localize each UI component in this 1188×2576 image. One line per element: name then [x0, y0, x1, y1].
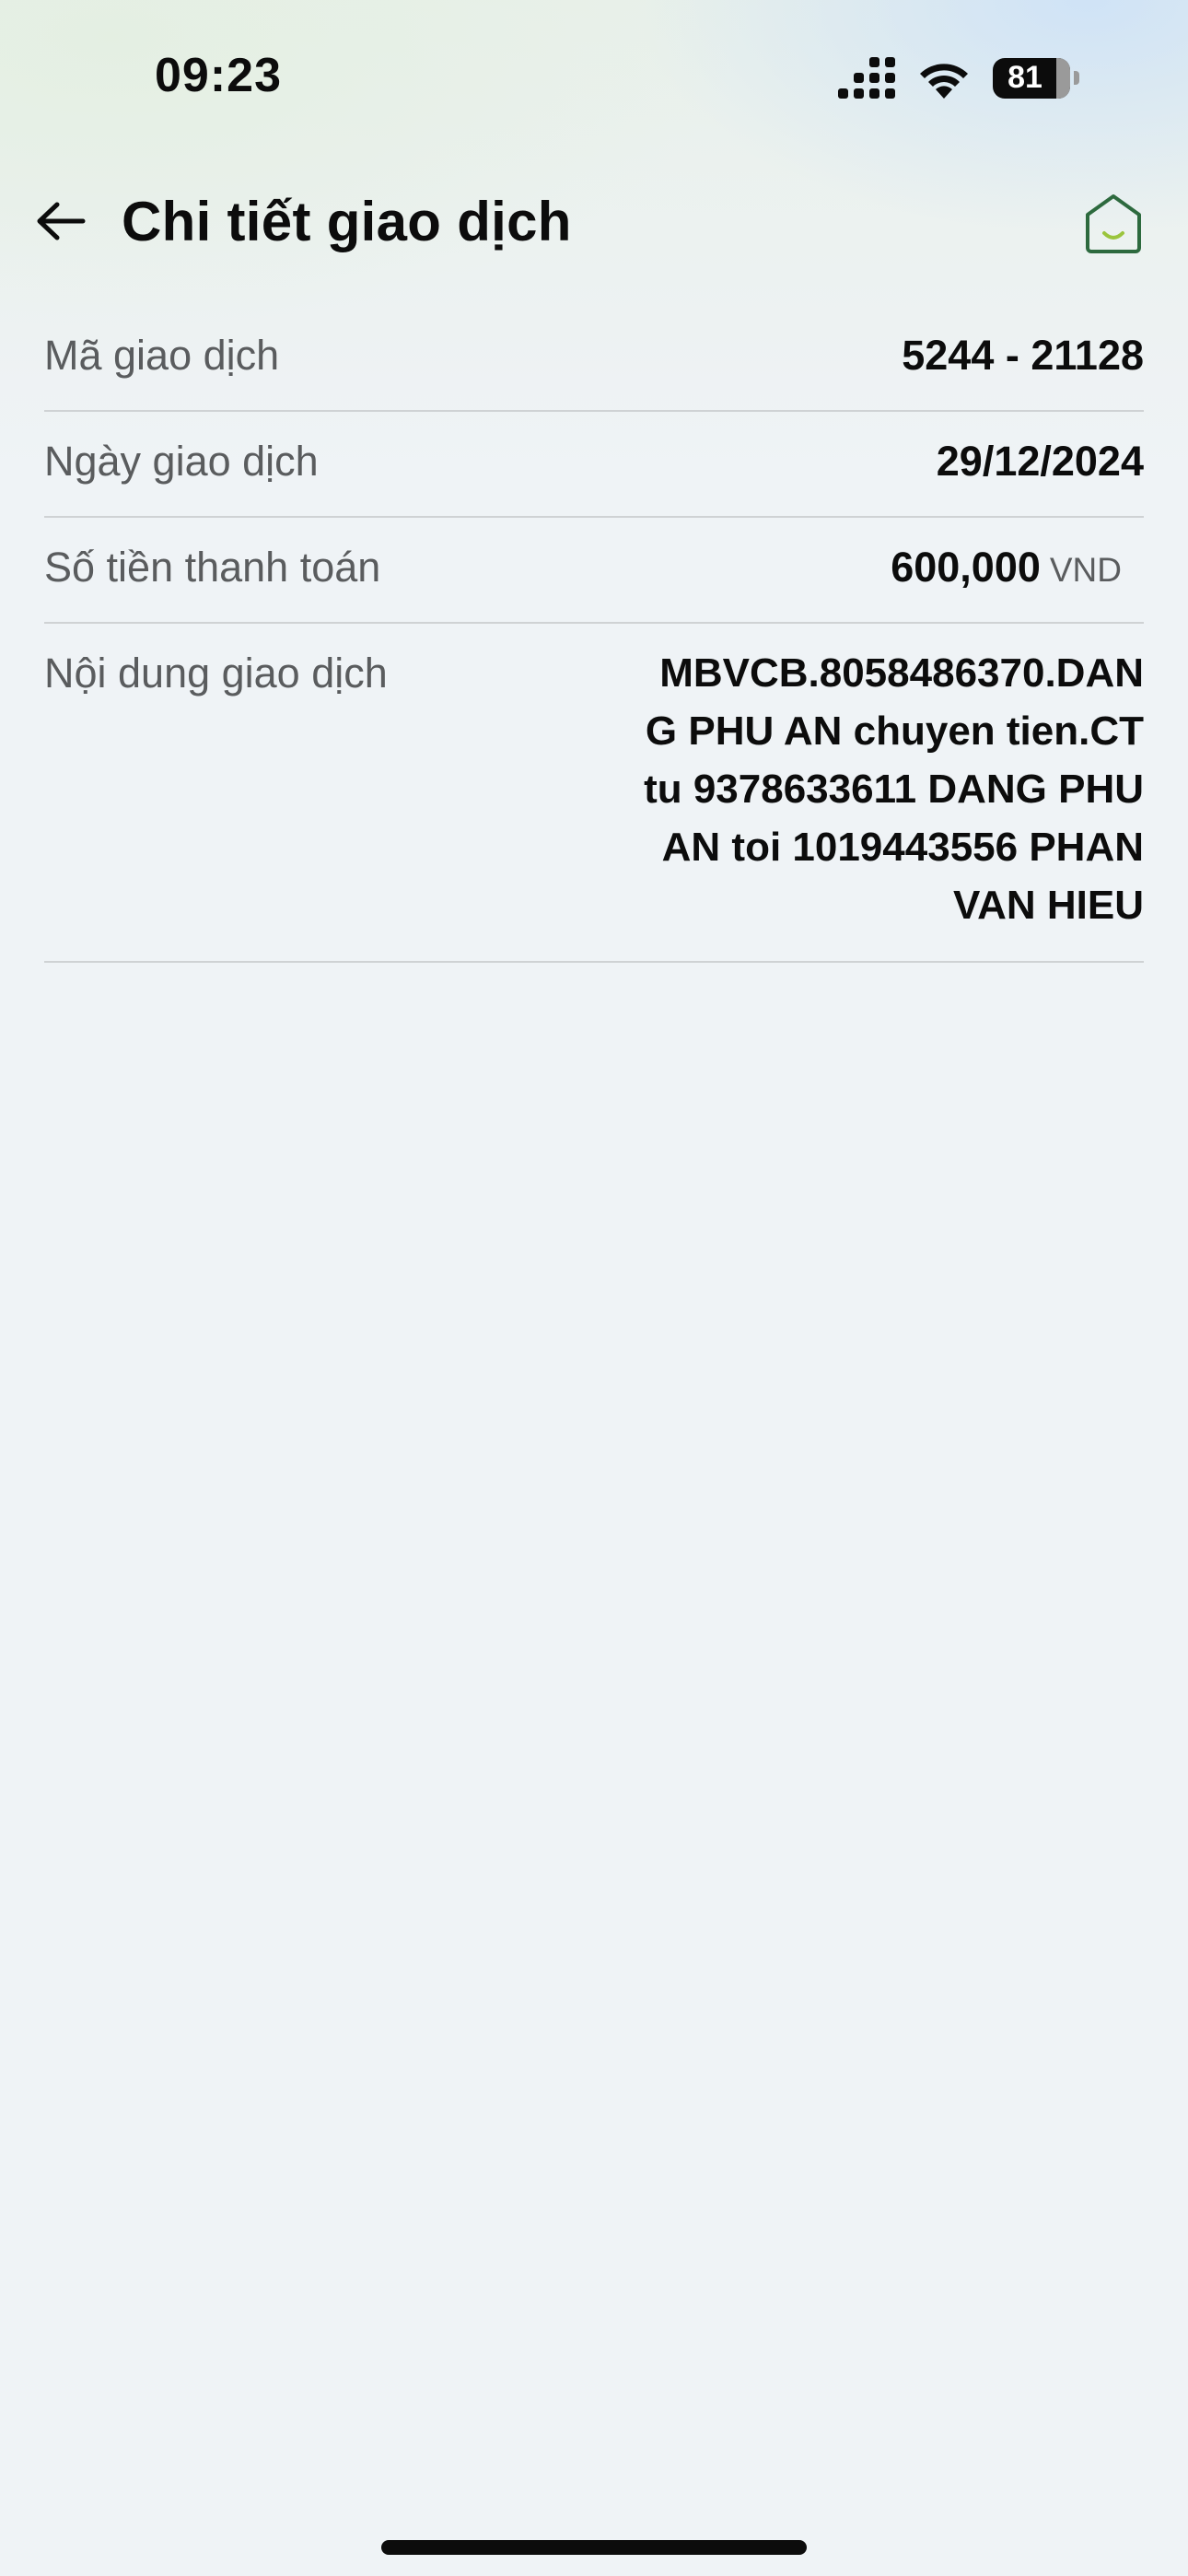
description-value: MBVCB.8058486370.DAN G PHU AN chuyen tie… [619, 624, 1144, 934]
detail-row-transaction-date: Ngày giao dịch 29/12/2024 [44, 412, 1144, 518]
amount-currency: VND [1049, 551, 1122, 589]
transaction-date-value: 29/12/2024 [936, 438, 1144, 485]
status-icons: 81 [838, 57, 1079, 99]
status-time: 09:23 [155, 49, 282, 102]
description-line: AN toi 1019443556 PHAN [661, 825, 1144, 870]
back-button[interactable] [33, 193, 88, 249]
description-line: G PHU AN chuyen tien.CT [645, 708, 1144, 754]
detail-row-description: Nội dung giao dịch MBVCB.8058486370.DAN … [44, 624, 1144, 963]
description-line: tu 9378633611 DANG PHU [644, 767, 1144, 812]
home-icon [1086, 194, 1141, 253]
battery-icon: 81 [993, 57, 1070, 99]
home-button[interactable] [1081, 192, 1146, 256]
wifi-icon [920, 63, 968, 99]
cellular-signal-icon [838, 57, 895, 99]
page-title: Chi tiết giao dịch [122, 191, 572, 252]
transaction-id-value: 5244 - 21128 [902, 332, 1144, 379]
transaction-id-label: Mã giao dịch [44, 332, 280, 379]
description-line: MBVCB.8058486370.DAN [659, 650, 1144, 696]
transaction-date-label: Ngày giao dịch [44, 438, 319, 485]
home-indicator[interactable] [381, 2540, 807, 2555]
amount-value-group: 600,000 VND [891, 518, 1144, 591]
amount-value: 600,000 [891, 544, 1041, 591]
description-label: Nội dung giao dịch [44, 650, 388, 697]
arrow-left-icon [37, 202, 86, 240]
battery-level: 81 [1007, 60, 1042, 95]
detail-row-amount: Số tiền thanh toán 600,000 VND [44, 518, 1144, 624]
battery-tip [1074, 71, 1079, 85]
amount-label: Số tiền thanh toán [44, 544, 381, 591]
transaction-details-list: Mã giao dịch 5244 - 21128 Ngày giao dịch… [44, 306, 1144, 963]
detail-row-transaction-id: Mã giao dịch 5244 - 21128 [44, 306, 1144, 412]
description-line: VAN HIEU [953, 883, 1144, 928]
